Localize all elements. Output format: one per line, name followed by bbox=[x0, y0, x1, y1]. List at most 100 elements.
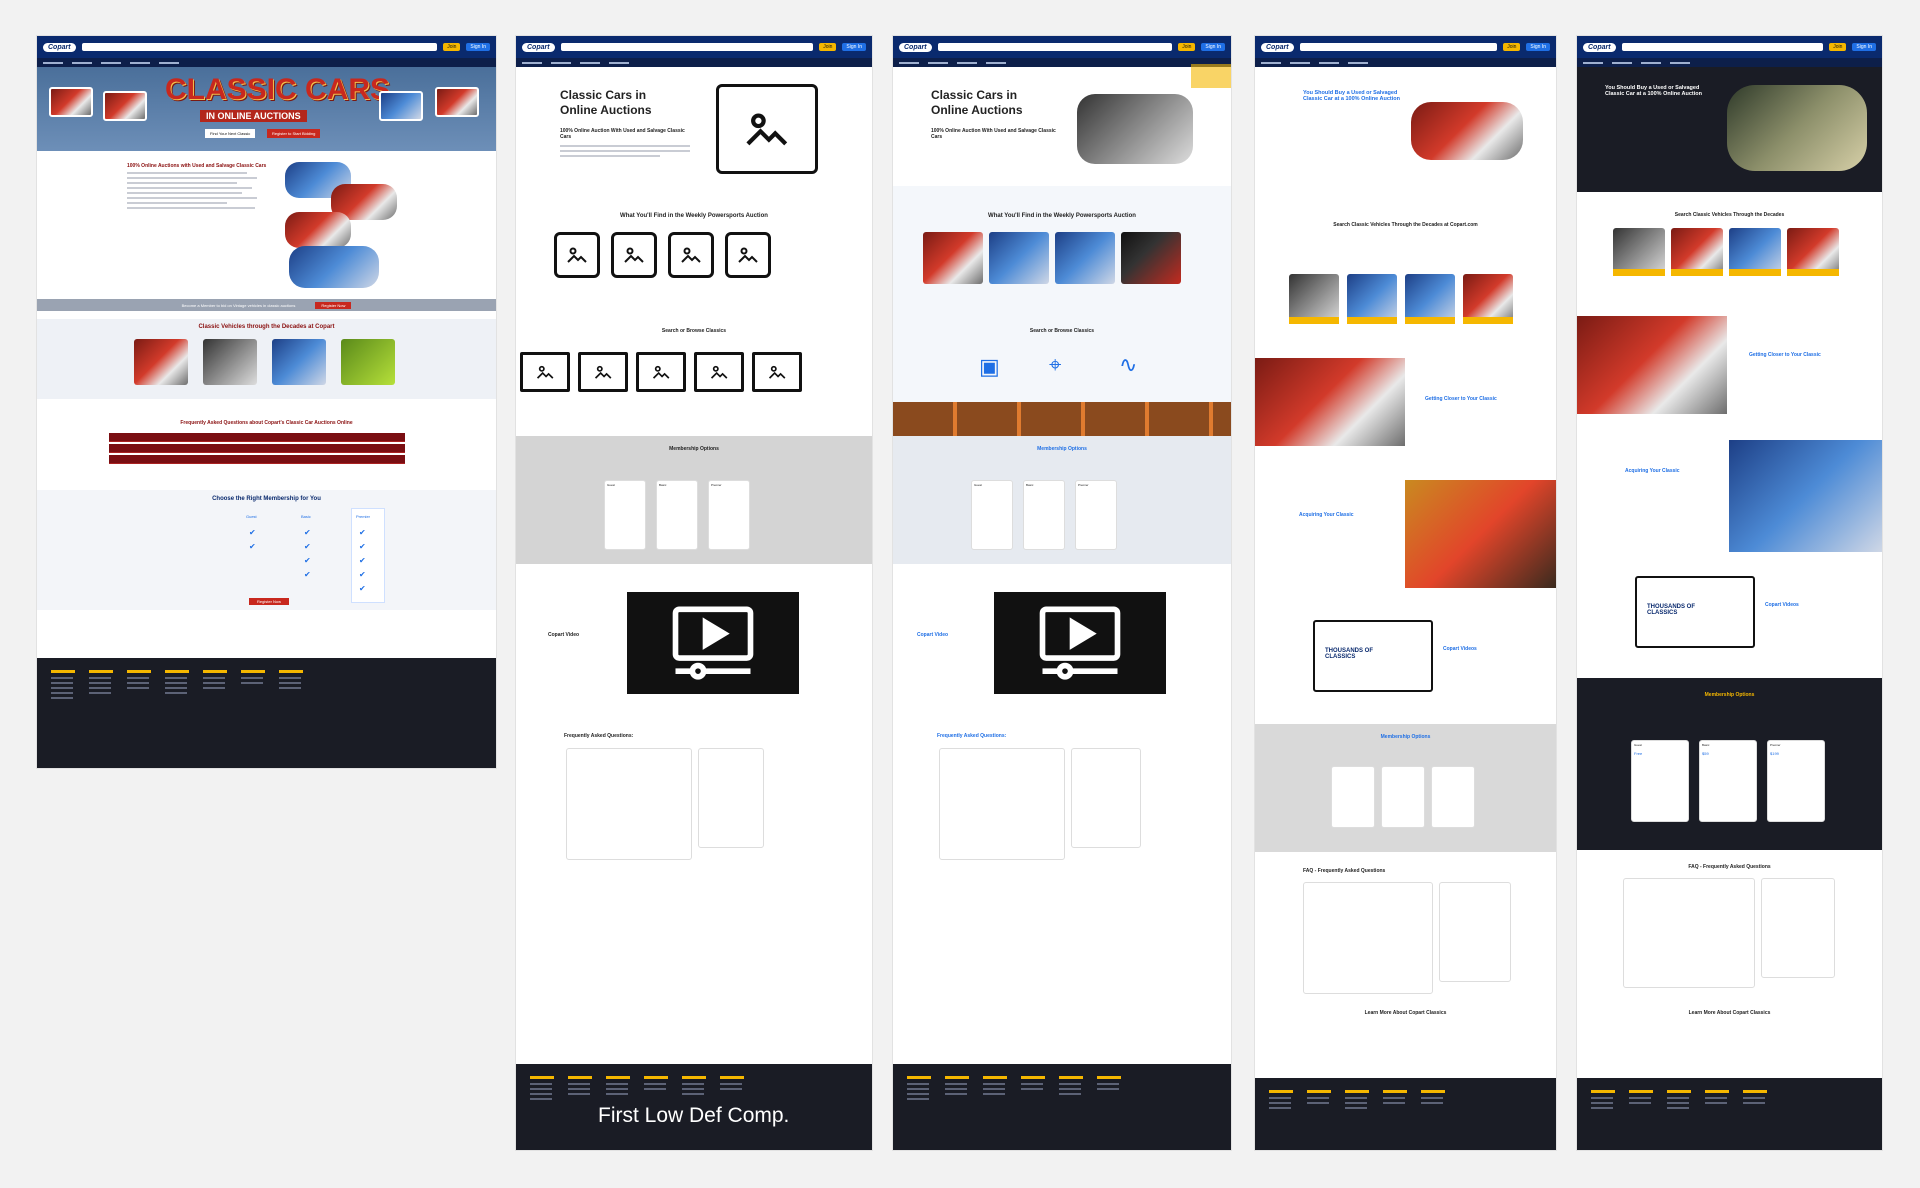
decade-card[interactable] bbox=[1787, 228, 1839, 276]
main-nav bbox=[1577, 58, 1882, 67]
mockup-wireframe: Copart Join Sign In Classic Cars in Online… bbox=[516, 36, 872, 1150]
copart-logo[interactable]: Copart bbox=[1583, 42, 1616, 52]
faq-title: FAQ - Frequently Asked Questions bbox=[1303, 868, 1386, 874]
hero-banner: CLASSIC CARS IN ONLINE AUCTIONS Find You… bbox=[37, 67, 496, 151]
search-input[interactable] bbox=[560, 43, 814, 51]
plan-card[interactable]: Premier bbox=[708, 480, 750, 550]
video-player[interactable] bbox=[994, 592, 1166, 694]
register-now-button[interactable]: Register Now bbox=[315, 301, 352, 309]
video-thumbnail[interactable]: THOUSANDS OF CLASSICS bbox=[1313, 620, 1433, 692]
decade-card[interactable] bbox=[1055, 232, 1115, 284]
join-button[interactable]: Join bbox=[443, 43, 461, 51]
decade-card[interactable] bbox=[1405, 274, 1455, 324]
find-classic-button[interactable]: Find Your Next Classic bbox=[205, 129, 256, 138]
col-guest: Guest bbox=[246, 514, 257, 519]
decade-card[interactable] bbox=[1347, 274, 1397, 324]
search-input[interactable] bbox=[1299, 43, 1498, 51]
image-placeholder-icon bbox=[636, 352, 686, 392]
plan-card[interactable]: Guest bbox=[971, 480, 1013, 550]
decade-card[interactable] bbox=[1121, 232, 1181, 284]
plan-card[interactable]: Basic bbox=[1023, 480, 1065, 550]
header: Copart Join Sign In bbox=[1577, 36, 1882, 58]
check-icon: ✔ bbox=[359, 584, 366, 593]
membership-section: Membership Options bbox=[1255, 724, 1556, 852]
plan-card[interactable]: Basic $59 bbox=[1699, 740, 1757, 822]
copart-logo[interactable]: Copart bbox=[1261, 42, 1294, 52]
video-thumbnail[interactable]: THOUSANDS OF CLASSICS bbox=[1635, 576, 1755, 648]
location-icon[interactable]: ⌖ bbox=[1049, 352, 1061, 378]
member-bar: Become a Member to bid on Vintage vehicl… bbox=[37, 299, 496, 311]
membership-register-button[interactable]: Register Now bbox=[249, 598, 290, 605]
vehicle-image-icon[interactable]: ▣ bbox=[979, 354, 1000, 380]
intro-section: 100% Online Auctions with Used and Salva… bbox=[127, 163, 277, 212]
decade-card[interactable] bbox=[1729, 228, 1781, 276]
video-player[interactable] bbox=[627, 592, 799, 694]
showroom-photo bbox=[1729, 440, 1882, 552]
main-nav bbox=[516, 58, 872, 67]
join-button[interactable]: Join bbox=[1829, 43, 1847, 51]
condition-icon[interactable]: ∿ bbox=[1119, 352, 1137, 378]
copart-logo[interactable]: Copart bbox=[522, 42, 555, 52]
signin-button[interactable]: Sign In bbox=[1852, 43, 1876, 51]
check-icon: ✔ bbox=[304, 556, 311, 565]
membership-title: Membership Options bbox=[1704, 692, 1755, 698]
join-button[interactable]: Join bbox=[1178, 43, 1196, 51]
vintage-car-photo bbox=[1077, 94, 1193, 164]
faq-item[interactable]: I'm looking for a very specific classic … bbox=[109, 455, 405, 469]
register-button[interactable]: Register to Start Bidding bbox=[267, 129, 321, 138]
image-placeholder-icon bbox=[554, 232, 600, 278]
decade-card[interactable] bbox=[1671, 228, 1723, 276]
decade-card[interactable] bbox=[134, 339, 188, 385]
image-placeholder-icon bbox=[716, 84, 818, 174]
search-input[interactable] bbox=[937, 43, 1173, 51]
image-placeholder-icon bbox=[725, 232, 771, 278]
plan-card[interactable]: Guest Free bbox=[1631, 740, 1689, 822]
decade-card[interactable] bbox=[341, 339, 395, 385]
decade-card[interactable] bbox=[1289, 274, 1339, 324]
plan-card[interactable] bbox=[1331, 766, 1375, 828]
join-button[interactable]: Join bbox=[1503, 43, 1521, 51]
plan-card[interactable] bbox=[1381, 766, 1425, 828]
faq-item[interactable]: Can the public bid on classic vehicles i… bbox=[109, 433, 405, 447]
video-title: Copart Video bbox=[548, 632, 580, 638]
getting-closer-photo bbox=[1577, 316, 1727, 414]
learn-title: Learn More About Copart Classics bbox=[1688, 1010, 1771, 1016]
signin-button[interactable]: Sign In bbox=[1526, 43, 1550, 51]
search-input[interactable] bbox=[1621, 43, 1824, 51]
signin-button[interactable]: Sign In bbox=[1201, 43, 1225, 51]
closer-title: Getting Closer to Your Classic bbox=[1749, 352, 1821, 358]
decade-card[interactable] bbox=[203, 339, 257, 385]
plan-card[interactable] bbox=[1431, 766, 1475, 828]
header: Copart Join Sign In bbox=[893, 36, 1231, 58]
decade-card[interactable] bbox=[1463, 274, 1513, 324]
copart-logo[interactable]: Copart bbox=[899, 42, 932, 52]
faq-title: FAQ - Frequently Asked Questions bbox=[1688, 864, 1771, 870]
footer: First Low Def Comp. bbox=[516, 1064, 872, 1150]
learn-title: Learn More About Copart Classics bbox=[1364, 1010, 1447, 1016]
faq-item[interactable]: How do I find a classic car for sale nea… bbox=[109, 444, 405, 458]
search-input[interactable] bbox=[81, 43, 438, 51]
main-nav bbox=[1255, 58, 1556, 67]
plan-card[interactable]: Premier bbox=[1075, 480, 1117, 550]
signin-button[interactable]: Sign In bbox=[842, 43, 866, 51]
car-thumb bbox=[379, 91, 423, 121]
plan-card[interactable]: Guest bbox=[604, 480, 646, 550]
decade-card[interactable] bbox=[923, 232, 983, 284]
join-button[interactable]: Join bbox=[819, 43, 837, 51]
decade-card[interactable] bbox=[272, 339, 326, 385]
plan-card[interactable]: Premier $199 bbox=[1767, 740, 1825, 822]
decades-section: Classic Vehicles through the Decades at … bbox=[37, 319, 496, 399]
plan-card[interactable]: Basic bbox=[656, 480, 698, 550]
decade-card[interactable] bbox=[989, 232, 1049, 284]
image-placeholder-icon bbox=[578, 352, 628, 392]
weekly-title: What You'll Find in the Weekly Powerspor… bbox=[620, 213, 768, 219]
membership-title: Choose the Right Membership for You bbox=[212, 496, 321, 502]
related-topics bbox=[698, 748, 764, 848]
hero-car-photo bbox=[1411, 102, 1523, 160]
copart-logo[interactable]: Copart bbox=[43, 42, 76, 52]
hero-title: You Should Buy a Used or Salvaged Classi… bbox=[1303, 90, 1400, 102]
decade-card[interactable] bbox=[1613, 228, 1665, 276]
main-nav bbox=[37, 58, 496, 67]
signin-button[interactable]: Sign In bbox=[466, 43, 490, 51]
check-icon: ✔ bbox=[359, 570, 366, 579]
